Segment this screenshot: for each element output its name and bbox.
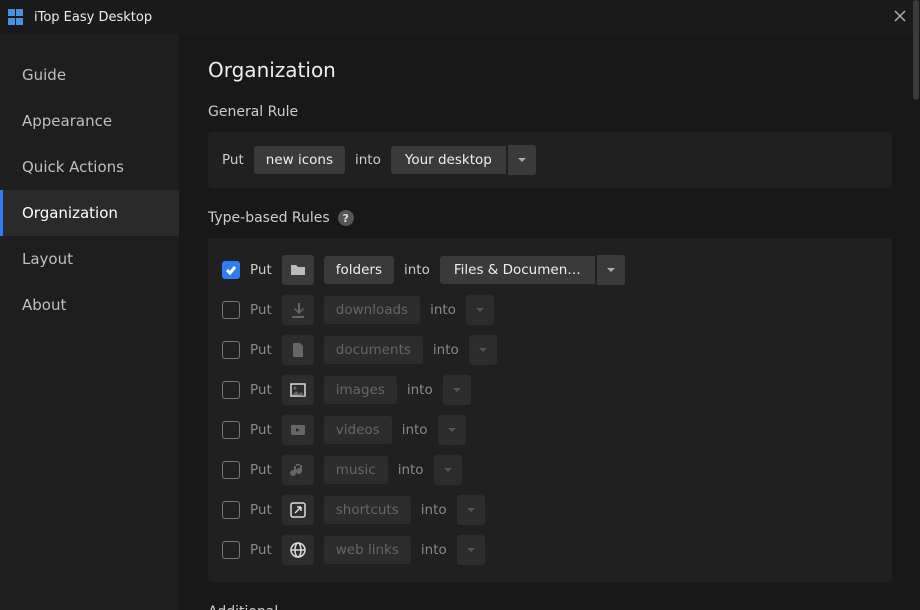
chevron-down-icon <box>457 495 485 525</box>
type-rule-row: Put folders into Files & Documen… <box>222 250 878 290</box>
sidebar-item-guide[interactable]: Guide <box>0 52 179 98</box>
type-rule-row: Put images into <box>222 370 878 410</box>
chevron-down-icon[interactable] <box>597 255 625 285</box>
type-rule-row: Put documents into <box>222 330 878 370</box>
rule-destination-select <box>443 375 471 405</box>
rule-type-chip[interactable]: downloads <box>324 296 420 324</box>
type-rule-row: Put downloads into <box>222 290 878 330</box>
chevron-down-icon <box>457 535 485 565</box>
put-word: Put <box>250 462 272 478</box>
rule-type-chip[interactable]: documents <box>324 336 423 364</box>
put-word: Put <box>250 262 272 278</box>
rule-type-chip[interactable]: folders <box>324 256 394 284</box>
rule-destination-select <box>466 295 494 325</box>
put-word: Put <box>250 542 272 558</box>
app-logo-icon <box>8 9 24 25</box>
type-rules-label-text: Type-based Rules <box>208 210 330 226</box>
rule-checkbox[interactable] <box>222 381 240 399</box>
into-word: into <box>402 422 428 438</box>
rule-destination-select <box>434 455 462 485</box>
sidebar-item-layout[interactable]: Layout <box>0 236 179 282</box>
type-rule-row: Put videos into <box>222 410 878 450</box>
general-subject-chip[interactable]: new icons <box>254 146 345 174</box>
into-word: into <box>355 152 381 168</box>
rule-type-chip[interactable]: shortcuts <box>324 496 411 524</box>
rule-type-chip[interactable]: images <box>324 376 397 404</box>
app-title: iTop Easy Desktop <box>34 10 152 25</box>
into-word: into <box>398 462 424 478</box>
weblink-icon <box>282 535 314 565</box>
rule-checkbox[interactable] <box>222 501 240 519</box>
help-icon[interactable]: ? <box>338 210 354 226</box>
sidebar-item-quick-actions[interactable]: Quick Actions <box>0 144 179 190</box>
into-word: into <box>404 262 430 278</box>
general-rule-label: General Rule <box>208 104 892 120</box>
main-content: Organization General Rule Put new icons … <box>180 34 920 610</box>
image-icon <box>282 375 314 405</box>
type-rules-panel: Put folders into Files & Documen… Put downloa… <box>208 238 892 582</box>
general-destination-select[interactable]: Your desktop <box>391 145 536 175</box>
sidebar: GuideAppearanceQuick ActionsOrganization… <box>0 34 180 610</box>
chevron-down-icon[interactable] <box>508 145 536 175</box>
general-destination-value[interactable]: Your desktop <box>391 146 506 174</box>
video-icon <box>282 415 314 445</box>
chevron-down-icon <box>438 415 466 445</box>
rule-checkbox[interactable] <box>222 301 240 319</box>
rule-destination-select[interactable]: Files & Documen… <box>440 255 625 285</box>
scrollbar-thumb[interactable] <box>913 0 919 100</box>
type-rule-row: Put shortcuts into <box>222 490 878 530</box>
chevron-down-icon <box>466 295 494 325</box>
chevron-down-icon <box>434 455 462 485</box>
rule-checkbox[interactable] <box>222 421 240 439</box>
chevron-down-icon <box>443 375 471 405</box>
download-icon <box>282 295 314 325</box>
into-word: into <box>433 342 459 358</box>
sidebar-item-organization[interactable]: Organization <box>0 190 179 236</box>
rule-type-chip[interactable]: music <box>324 456 388 484</box>
into-word: into <box>421 542 447 558</box>
rule-checkbox[interactable] <box>222 341 240 359</box>
put-word: Put <box>250 302 272 318</box>
close-button[interactable] <box>890 6 910 26</box>
rule-destination-select <box>469 335 497 365</box>
document-icon <box>282 335 314 365</box>
rule-checkbox[interactable] <box>222 541 240 559</box>
put-word: Put <box>250 502 272 518</box>
put-word: Put <box>222 152 244 168</box>
rule-destination-select <box>457 495 485 525</box>
rule-destination-select <box>457 535 485 565</box>
general-rule-row: Put new icons into Your desktop <box>222 144 878 176</box>
rule-type-chip[interactable]: videos <box>324 416 392 444</box>
general-rule-panel: Put new icons into Your desktop <box>208 132 892 188</box>
put-word: Put <box>250 422 272 438</box>
sidebar-item-about[interactable]: About <box>0 282 179 328</box>
additional-label: Additional <box>208 604 892 610</box>
into-word: into <box>421 502 447 518</box>
rule-destination-select <box>438 415 466 445</box>
rule-checkbox[interactable] <box>222 261 240 279</box>
into-word: into <box>407 382 433 398</box>
put-word: Put <box>250 342 272 358</box>
type-rule-row: Put web links into <box>222 530 878 570</box>
page-title: Organization <box>208 58 892 82</box>
music-icon <box>282 455 314 485</box>
rule-type-chip[interactable]: web links <box>324 536 411 564</box>
folder-icon <box>282 255 314 285</box>
rule-checkbox[interactable] <box>222 461 240 479</box>
sidebar-item-appearance[interactable]: Appearance <box>0 98 179 144</box>
rule-destination-value[interactable]: Files & Documen… <box>440 256 595 284</box>
type-rule-row: Put music into <box>222 450 878 490</box>
type-rules-label: Type-based Rules ? <box>208 210 892 226</box>
shortcut-icon <box>282 495 314 525</box>
into-word: into <box>430 302 456 318</box>
put-word: Put <box>250 382 272 398</box>
titlebar: iTop Easy Desktop <box>0 0 920 34</box>
chevron-down-icon <box>469 335 497 365</box>
